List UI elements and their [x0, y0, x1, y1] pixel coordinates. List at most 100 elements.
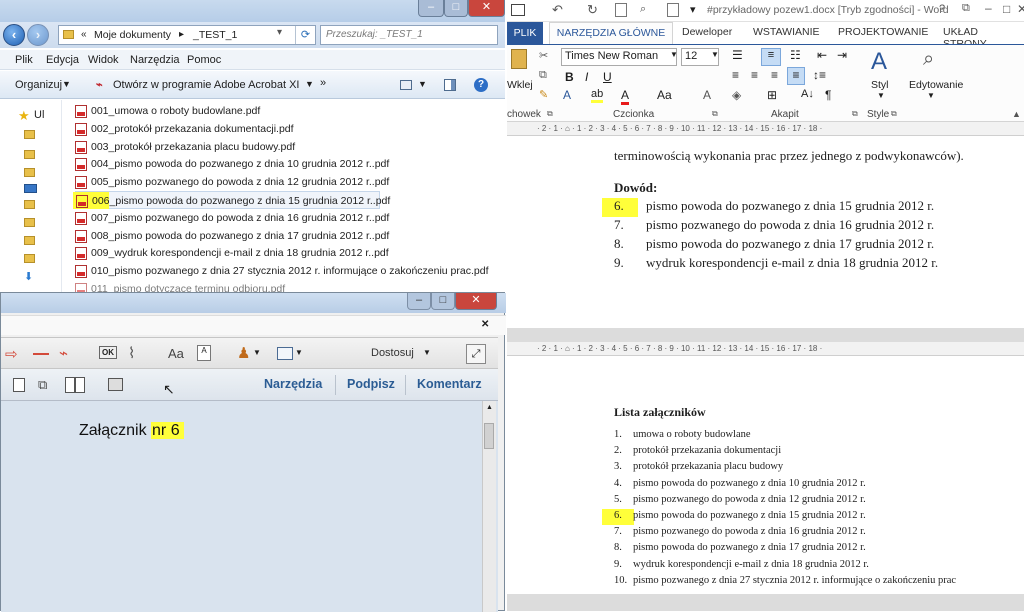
font-color-icon[interactable]: A [621, 88, 630, 105]
maximize-button[interactable]: □ [444, 0, 468, 17]
file-row[interactable]: 010_pismo pozwanego z dnia 27 stycznia 2… [75, 262, 489, 280]
text-effects-icon[interactable]: A [563, 88, 571, 102]
multilevel-icon[interactable]: ☷ [790, 48, 801, 62]
clipboard-launcher-icon[interactable]: ⧉ [547, 109, 553, 119]
maximize-button[interactable]: □ [1003, 2, 1010, 16]
organize-button[interactable]: Organizuj [15, 79, 62, 91]
menu-file[interactable]: Plik [15, 54, 33, 66]
collapse-ribbon-icon[interactable]: ▲ [1012, 109, 1021, 119]
styles-launcher-icon[interactable]: ⧉ [891, 109, 897, 119]
menu-help[interactable]: Pomoc [187, 54, 221, 66]
font-size-dropdown-icon[interactable]: ▼ [711, 50, 719, 59]
file-row[interactable]: 002_protokół przekazania dokumentacji.pd… [75, 120, 395, 138]
decrease-indent-icon[interactable]: ⇤ [817, 48, 827, 62]
file-row[interactable]: 006_pismo powoda do pozwanego z dnia 15 … [73, 191, 390, 209]
borders-icon[interactable]: ⊞ [767, 88, 777, 102]
menu-edit[interactable]: Edycja [46, 54, 79, 66]
open-with-dropdown-icon[interactable]: ▼ [305, 79, 314, 89]
paragraph-launcher-icon[interactable]: ⧉ [852, 109, 858, 119]
document-page-1[interactable]: terminowością wykonania prac przez jedne… [507, 136, 1024, 340]
single-page-icon[interactable] [13, 378, 25, 392]
file-row[interactable]: 001_umowa o roboty budowlane.pdf [75, 102, 395, 120]
editing-button[interactable]: Edytowanie [909, 79, 963, 91]
minimize-button[interactable]: – [418, 0, 444, 17]
menu-tools[interactable]: Narzędzia [130, 54, 180, 66]
tools-pane-button[interactable]: Narzędzia [264, 377, 322, 391]
close-document-button[interactable]: ✕ [481, 319, 489, 330]
expand-icon[interactable]: ⤢ [466, 344, 486, 364]
bold-icon[interactable]: B [565, 70, 574, 84]
stamp-dropdown-icon[interactable]: ▼ [253, 348, 261, 357]
file-row[interactable]: 007_pismo pozwanego do powoda z dnia 16 … [75, 209, 395, 227]
ribbon-display-icon[interactable]: ⧉ [962, 2, 970, 15]
scroll-up-icon[interactable]: ▲ [486, 404, 493, 411]
minimize-button[interactable]: – [407, 293, 431, 310]
justify-icon[interactable]: ≡ [787, 67, 805, 85]
breadcrumb-documents[interactable]: Moje dokumenty [94, 29, 171, 41]
back-arrow-icon[interactable]: ‹ [3, 24, 25, 46]
close-button[interactable]: ✕ [1017, 2, 1024, 16]
zoom-dropdown-icon[interactable]: ▼ [423, 348, 431, 357]
close-button[interactable]: ✕ [468, 0, 505, 17]
text-size-icon[interactable]: Aa [168, 346, 184, 361]
paperclip-icon[interactable]: ⌇ [128, 344, 135, 362]
vertical-scrollbar[interactable]: ▲ [482, 401, 496, 612]
horizontal-ruler[interactable]: · 2 · 1 · ⌂ · 1 · 2 · 3 · 4 · 5 · 6 · 7 … [507, 342, 1024, 356]
tab-design[interactable]: PROJEKTOWANIE [838, 26, 928, 38]
search-input[interactable]: Przeszukaj: _TEST_1 [320, 25, 498, 45]
snapshot-icon[interactable] [108, 378, 123, 391]
file-row[interactable]: 009_wydruk korespondencji e-mail z dnia … [75, 244, 395, 262]
align-center-icon[interactable]: ≡ [751, 68, 758, 82]
pilcrow-icon[interactable]: ¶ [825, 88, 831, 102]
help-icon[interactable]: ? [474, 78, 488, 92]
help-button[interactable]: ? [939, 3, 945, 15]
freeform-icon[interactable]: ⌁ [59, 344, 68, 362]
open-with-acrobat-button[interactable]: Otwórz w programie Adobe Acrobat XI [113, 79, 299, 91]
paste-button[interactable]: Wklej [507, 79, 533, 91]
scroll-thumb[interactable] [484, 423, 494, 449]
new-document-icon[interactable] [615, 3, 627, 17]
comment-pane-button[interactable]: Komentarz [417, 377, 482, 391]
bullets-icon[interactable]: ☰ [732, 48, 743, 62]
increase-indent-icon[interactable]: ⇥ [837, 48, 847, 62]
font-launcher-icon[interactable]: ⧉ [712, 109, 718, 119]
italic-icon[interactable]: I [585, 70, 588, 84]
view-dropdown-icon[interactable]: ▼ [418, 79, 427, 89]
editing-dropdown-icon[interactable]: ▼ [927, 91, 935, 100]
styles-icon[interactable]: A [871, 48, 887, 76]
two-page-icon[interactable] [65, 377, 85, 393]
save-icon[interactable] [511, 4, 525, 16]
print-preview-icon[interactable]: ⌕ [640, 3, 646, 16]
underline-icon[interactable]: U [603, 70, 612, 84]
forward-arrow-icon[interactable]: › [27, 24, 49, 46]
file-row[interactable]: 005_pismo pozwanego do powoda z dnia 12 … [75, 173, 395, 191]
menu-view[interactable]: Widok [88, 54, 119, 66]
minimize-button[interactable]: – [985, 1, 992, 15]
dropdown-arrow-icon[interactable]: ▾ [277, 27, 282, 38]
sign-pane-button[interactable]: Podpisz [347, 377, 395, 391]
open-icon[interactable] [667, 3, 679, 17]
qat-dropdown-icon[interactable]: ▾ [690, 3, 696, 16]
tab-insert[interactable]: WSTAWIANIE [753, 26, 820, 38]
highlight-color-icon[interactable]: ab [591, 88, 604, 103]
ok-stamp-icon[interactable]: OK [99, 346, 117, 359]
font-name-dropdown-icon[interactable]: ▼ [670, 50, 678, 59]
cut-icon[interactable]: ✂ [539, 49, 548, 62]
align-right-icon[interactable]: ≡ [771, 68, 778, 82]
shape-dropdown-icon[interactable]: ▼ [295, 348, 303, 357]
copy-icon[interactable]: ⧉ [539, 69, 547, 82]
format-painter-icon[interactable]: ✎ [539, 88, 548, 101]
editing-icon[interactable]: ⌕ [923, 48, 934, 71]
shading-icon[interactable]: ◈ [732, 88, 741, 102]
tab-home[interactable]: NARZĘDZIA GŁÓWNE [549, 22, 673, 45]
styles-button[interactable]: Styl [871, 79, 889, 91]
sort-icon[interactable]: A↓ [801, 88, 814, 100]
file-row[interactable]: 003_protokół przekazania placu budowy.pd… [75, 138, 395, 156]
view-options-icon[interactable] [400, 80, 412, 90]
text-shading-icon[interactable]: A [703, 88, 711, 102]
paste-icon[interactable] [511, 49, 527, 69]
shape-icon[interactable] [277, 347, 293, 360]
preview-pane-icon[interactable] [444, 79, 456, 91]
horizontal-ruler[interactable]: · 2 · 1 · ⌂ · 1 · 2 · 3 · 4 · 5 · 6 · 7 … [507, 122, 1024, 136]
scrolling-pages-icon[interactable]: ⧉ [38, 377, 47, 393]
